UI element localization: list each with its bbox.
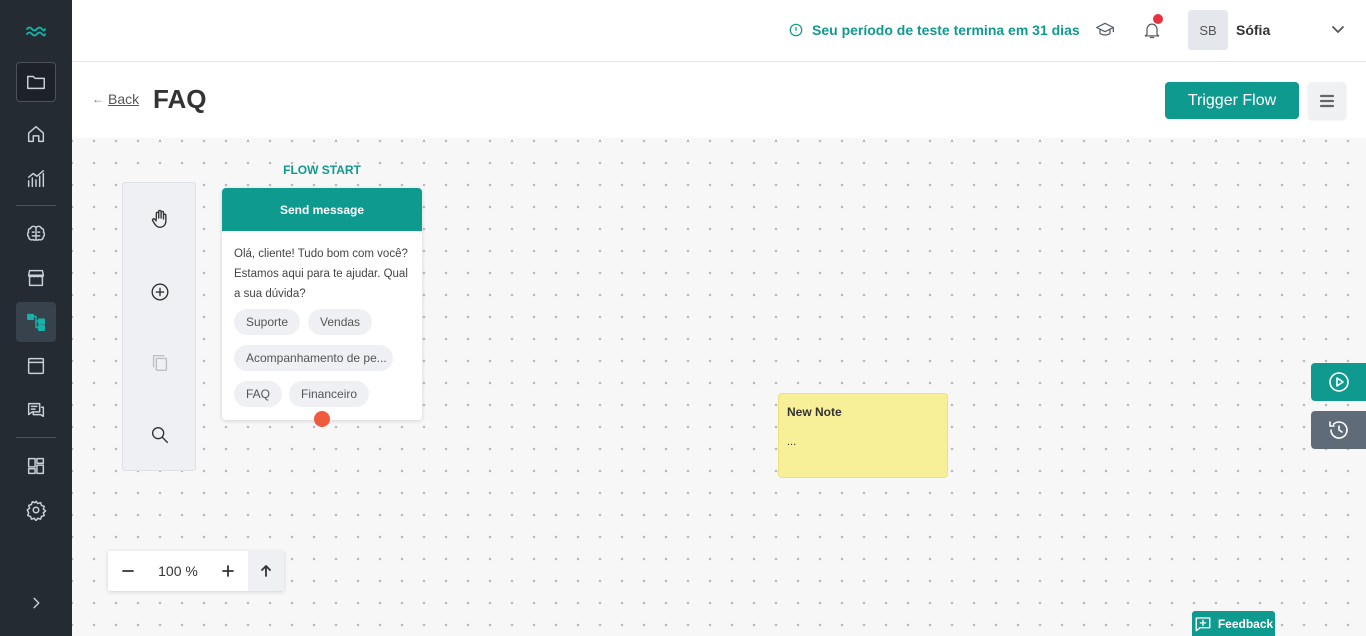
trial-text: Seu período de teste termina em 31 dias [812, 22, 1080, 38]
feedback-label: Feedback [1217, 616, 1274, 631]
canvas-toolbox [122, 182, 196, 471]
back-arrow-icon: ← [92, 92, 104, 106]
notification-badge [1153, 14, 1163, 24]
hamburger-icon [1319, 94, 1335, 107]
page-header: ← Back FAQ Trigger Flow [72, 62, 1366, 138]
flow-start-label: FLOW START [283, 163, 361, 177]
user-initials: SB [1199, 22, 1217, 38]
node-message: Olá, cliente! Tudo bom com você? Estamos… [234, 248, 408, 300]
option-chip[interactable]: Suporte [234, 309, 301, 335]
flows-icon[interactable] [16, 302, 56, 342]
history-button[interactable] [1311, 411, 1366, 449]
option-chip[interactable]: FAQ [234, 381, 283, 407]
zoom-in-button[interactable] [208, 551, 248, 591]
sidebar [0, 0, 72, 636]
copy-icon[interactable] [146, 349, 174, 377]
page-title: FAQ [153, 84, 207, 114]
expand-chevron-icon[interactable] [16, 583, 56, 623]
bell-icon[interactable] [1139, 14, 1165, 43]
hamburger-menu-button[interactable] [1308, 82, 1346, 119]
play-circle-icon [1329, 372, 1349, 392]
option-chip[interactable]: Vendas [308, 309, 373, 335]
trial-notice[interactable]: Seu período de teste termina em 31 dias [789, 20, 1080, 40]
plus-icon [222, 565, 234, 577]
chevron-down-icon[interactable] [1329, 20, 1347, 38]
home-icon[interactable] [16, 114, 56, 154]
sidebar-divider [16, 205, 56, 206]
hand-icon[interactable] [146, 205, 174, 233]
waves-logo-icon[interactable] [0, 14, 72, 48]
feedback-button[interactable]: Feedback [1192, 611, 1275, 636]
info-icon [789, 23, 803, 37]
zoom-out-button[interactable] [108, 551, 148, 591]
top-bar: Seu período de teste termina em 31 dias … [72, 0, 1366, 62]
minus-icon [122, 570, 134, 572]
user-name[interactable]: Sófia [1236, 22, 1270, 38]
sticky-note[interactable]: New Note ... [778, 393, 948, 478]
note-body: ... [787, 436, 797, 448]
option-chip[interactable]: Acompanhamento de pe... [234, 345, 393, 371]
trigger-flow-button[interactable]: Trigger Flow [1165, 82, 1299, 119]
back-link[interactable]: ← Back [92, 91, 139, 107]
back-label: Back [108, 91, 140, 107]
node-output-handle[interactable] [314, 411, 330, 427]
node-header: Send message [222, 188, 422, 231]
run-flow-button[interactable] [1311, 363, 1366, 401]
analytics-icon[interactable] [16, 159, 56, 199]
graduation-cap-icon[interactable] [1092, 17, 1118, 43]
note-title: New Note [787, 405, 842, 419]
arrow-up-icon [261, 565, 271, 577]
folder-icon[interactable] [16, 62, 56, 102]
dashboard-icon[interactable] [16, 446, 56, 486]
settings-icon[interactable] [16, 490, 56, 530]
search-icon[interactable] [146, 421, 174, 449]
zoom-control: 100 % [108, 551, 284, 591]
store-icon[interactable] [16, 258, 56, 298]
window-icon[interactable] [16, 346, 56, 386]
scroll-to-top-button[interactable] [248, 551, 284, 591]
history-icon [1329, 421, 1348, 439]
avatar[interactable]: SB [1188, 10, 1228, 50]
send-message-node[interactable]: Send message Olá, cliente! Tudo bom com … [222, 188, 422, 420]
feedback-icon [1195, 616, 1211, 631]
option-chip[interactable]: Financeiro [289, 381, 370, 407]
zoom-level: 100 % [158, 563, 198, 579]
chat-icon[interactable] [16, 390, 56, 430]
sidebar-divider [16, 437, 56, 438]
add-circle-icon[interactable] [146, 278, 174, 306]
brain-icon[interactable] [16, 214, 56, 254]
